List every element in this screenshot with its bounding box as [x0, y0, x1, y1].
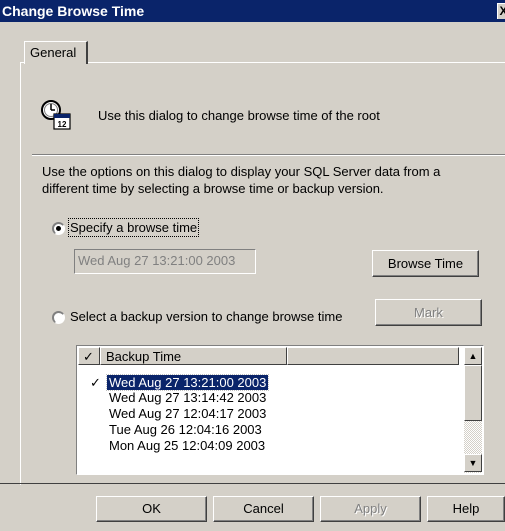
backup-list[interactable]: ✓ Backup Time ✓ Wed Aug 27 13:21:00 2003…: [76, 345, 484, 475]
mark-button[interactable]: Mark: [375, 299, 482, 326]
clock-calendar-icon: 12: [40, 99, 72, 131]
info-text: Use this dialog to change browse time of…: [98, 108, 380, 123]
specify-browse-time-radio[interactable]: [52, 222, 65, 235]
dialog-body: General 12 Use this dialog to change bro…: [0, 22, 505, 531]
apply-button[interactable]: Apply: [320, 496, 421, 522]
scroll-down-icon[interactable]: ▼: [464, 454, 482, 472]
list-item[interactable]: Wed Aug 27 13:14:42 2003: [107, 390, 268, 405]
list-item[interactable]: Wed Aug 27 13:21:00 2003: [105, 374, 270, 391]
browse-time-field[interactable]: Wed Aug 27 13:21:00 2003: [74, 249, 256, 274]
cancel-button[interactable]: Cancel: [213, 496, 314, 522]
title-bar: Change Browse Time X: [0, 0, 505, 22]
description-text: Use the options on this dialog to displa…: [42, 164, 441, 196]
footer-separator: [0, 483, 505, 484]
browse-time-button[interactable]: Browse Time: [372, 250, 479, 277]
help-button[interactable]: Help: [427, 496, 505, 522]
list-item[interactable]: Tue Aug 26 12:04:16 2003: [107, 422, 264, 437]
list-item[interactable]: Wed Aug 27 12:04:17 2003: [107, 406, 268, 421]
separator-highlight: [32, 155, 505, 156]
svg-text:12: 12: [58, 120, 67, 129]
tab-general[interactable]: General: [24, 41, 88, 64]
list-item[interactable]: Mon Aug 25 12:04:09 2003: [107, 438, 267, 453]
specify-browse-time-label[interactable]: Specify a browse time: [67, 218, 200, 237]
empty-column-header[interactable]: [287, 347, 459, 365]
scrollbar-thumb[interactable]: [464, 365, 482, 421]
ok-button[interactable]: OK: [96, 496, 207, 522]
scroll-up-icon[interactable]: ▲: [464, 347, 482, 365]
checkmark-icon: ✓: [90, 375, 101, 390]
backup-time-column-header[interactable]: Backup Time: [100, 347, 287, 365]
list-scrollbar[interactable]: ▲ ▼: [464, 347, 482, 473]
window-title: Change Browse Time: [2, 3, 145, 19]
backup-version-radio[interactable]: [52, 311, 65, 324]
list-header: ✓ Backup Time: [78, 347, 459, 365]
radio-selected-dot: [56, 226, 61, 231]
checkmark-column-header[interactable]: ✓: [78, 347, 100, 365]
backup-version-label[interactable]: Select a backup version to change browse…: [70, 309, 342, 324]
close-icon[interactable]: X: [497, 3, 505, 19]
